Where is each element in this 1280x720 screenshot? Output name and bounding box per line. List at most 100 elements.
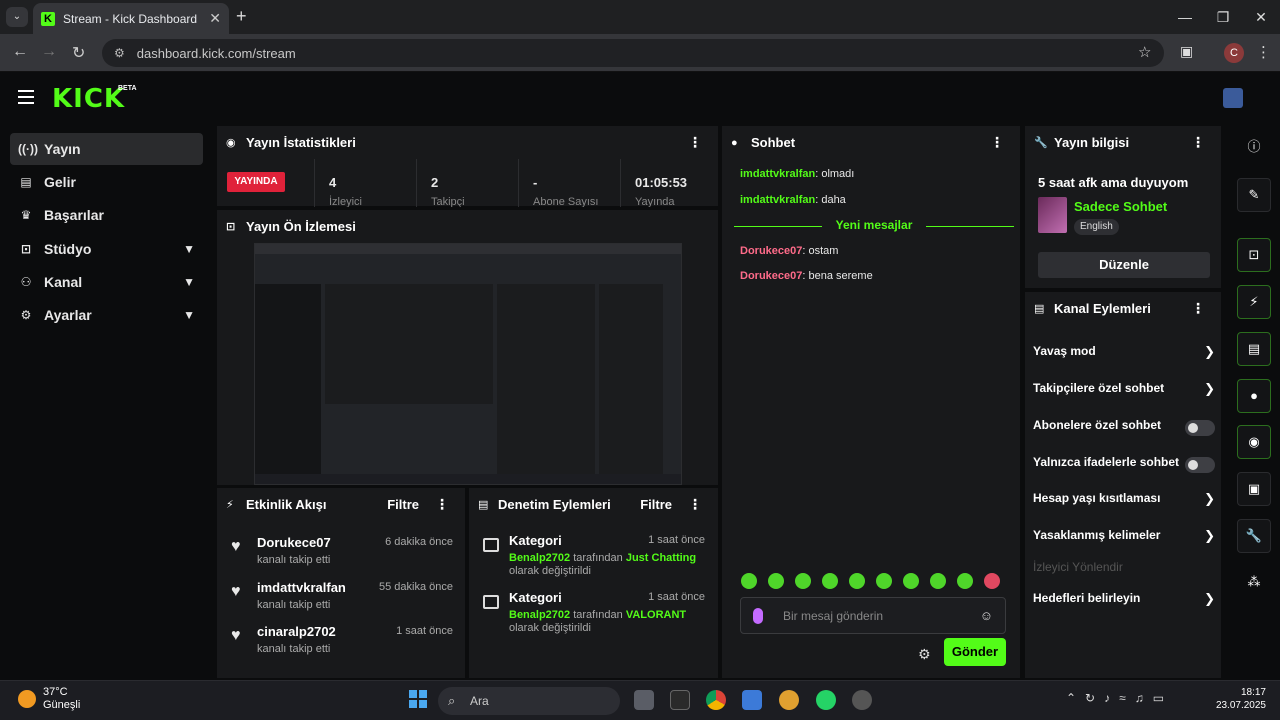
chrome-profile-icon[interactable] <box>779 690 799 710</box>
subscribers-only-toggle[interactable] <box>1185 420 1215 436</box>
emotes-only-toggle[interactable] <box>1185 457 1215 473</box>
edit-pencil-icon[interactable]: ✎ <box>1237 178 1271 212</box>
broadcast-rail-icon[interactable]: ◉ <box>1237 425 1271 459</box>
chat-settings-gear-icon[interactable]: ⚙ <box>918 646 931 663</box>
extensions-icon[interactable]: ▣ <box>1180 43 1193 60</box>
emote-icon[interactable] <box>741 573 757 589</box>
event-username[interactable]: Dorukece07 <box>257 535 331 550</box>
send-button[interactable]: Gönder <box>944 638 1006 666</box>
chat-message: imdattvkralfan: olmadı <box>740 168 855 180</box>
browser-tab[interactable]: K Stream - Kick Dashboard ✕ <box>33 3 229 34</box>
taskbar-search[interactable]: ⌕ Ara <box>438 687 620 715</box>
chat-rail-icon[interactable]: ● <box>1237 379 1271 413</box>
action-subscribers-only: Abonelere özel sohbet <box>1033 418 1215 438</box>
category-icon <box>483 595 499 609</box>
more-options-icon[interactable]: ⋮ <box>688 134 702 151</box>
chat-input[interactable]: Bir mesaj gönderin ☺ <box>740 597 1006 634</box>
moderation-panel: ▤ Denetim Eylemleri Filtre ⋮ Kategori 1 … <box>469 488 718 678</box>
event-username[interactable]: imdattvkralfan <box>257 580 346 595</box>
stat-value: 01:05:53 <box>635 175 688 190</box>
category-link[interactable]: Sadece Sohbet <box>1074 199 1167 214</box>
whatsapp-icon[interactable] <box>816 690 836 710</box>
preview-rail-icon[interactable]: ⊡ <box>1237 238 1271 272</box>
forward-icon[interactable]: → <box>41 43 57 61</box>
sidebar-item-label: Gelir <box>44 174 76 190</box>
close-window-icon[interactable]: ✕ <box>1242 0 1280 34</box>
stream-preview-video[interactable] <box>254 243 682 485</box>
chat-message: Dorukece07: ostam <box>740 245 839 257</box>
close-tab-icon[interactable]: ✕ <box>209 10 221 27</box>
minimize-icon[interactable]: — <box>1166 0 1204 34</box>
task-view-icon[interactable] <box>634 690 654 710</box>
emote-icon[interactable] <box>768 573 784 589</box>
emote-icon[interactable] <box>903 573 919 589</box>
moderation-title: Kategori <box>509 590 562 605</box>
chat-header: ● Sohbet ⋮ <box>722 126 1020 159</box>
action-account-age[interactable]: Hesap yaşı kısıtlaması ❯ <box>1033 491 1215 511</box>
epic-games-icon[interactable] <box>670 690 690 710</box>
filter-button[interactable]: Filtre <box>640 497 672 512</box>
sidebar-item-gelir[interactable]: ▤ Gelir <box>10 166 203 198</box>
layout-icon[interactable]: ⁂ <box>1237 566 1271 600</box>
emote-icon[interactable] <box>957 573 973 589</box>
studio-rail-icon[interactable]: ▣ <box>1237 472 1271 506</box>
more-options-icon[interactable]: ⋮ <box>435 496 449 513</box>
lightning-rail-icon[interactable]: ⚡ <box>1237 285 1271 319</box>
url-input[interactable]: ⚙ dashboard.kick.com/stream <box>102 39 1164 67</box>
event-time: 55 dakika önce <box>379 581 453 593</box>
weather-sun-icon[interactable] <box>18 690 36 708</box>
info-icon[interactable]: ⓘ <box>1237 131 1271 165</box>
kick-logo[interactable]: KICK <box>52 84 125 114</box>
emote-icon[interactable] <box>849 573 865 589</box>
back-icon[interactable]: ← <box>12 43 28 61</box>
stat-value: 4 <box>329 175 337 190</box>
category-icon <box>483 538 499 552</box>
action-followers-only[interactable]: Takipçilere özel sohbet ❯ <box>1033 381 1215 401</box>
user-avatar[interactable] <box>1223 88 1243 108</box>
microphone-icon[interactable] <box>753 608 763 624</box>
site-info-icon[interactable]: ⚙ <box>114 46 125 60</box>
emote-icon[interactable] <box>876 573 892 589</box>
document-rail-icon[interactable]: ▤ <box>1237 332 1271 366</box>
kick-favicon-icon: K <box>41 11 55 26</box>
windows-start-icon[interactable] <box>409 690 427 708</box>
action-set-goals[interactable]: Hedefleri belirleyin ❯ <box>1033 591 1215 611</box>
store-icon[interactable] <box>742 690 762 710</box>
more-options-icon[interactable]: ⋮ <box>1191 134 1205 151</box>
event-username[interactable]: cinaralp2702 <box>257 624 336 639</box>
sidebar-item-ayarlar[interactable]: ⚙ Ayarlar ▼ <box>10 299 203 331</box>
maximize-icon[interactable]: ❐ <box>1204 0 1242 34</box>
sidebar-item-yayin[interactable]: ((·)) Yayın <box>10 133 203 165</box>
profile-avatar[interactable]: C <box>1224 43 1244 63</box>
system-tray[interactable]: ⌃↻♪≈♫▭ <box>1066 691 1173 705</box>
emote-icon[interactable] <box>795 573 811 589</box>
bookmark-star-icon[interactable]: ☆ <box>1138 43 1151 61</box>
more-options-icon[interactable]: ⋮ <box>688 496 702 513</box>
wrench-rail-icon[interactable]: 🔧 <box>1237 519 1271 553</box>
more-options-icon[interactable]: ⋮ <box>990 134 1004 151</box>
browser-menu-icon[interactable]: ⋮ <box>1256 43 1271 61</box>
sidebar-item-kanal[interactable]: ⚇ Kanal ▼ <box>10 266 203 298</box>
reload-icon[interactable]: ↻ <box>72 43 85 63</box>
app-icon[interactable] <box>852 690 872 710</box>
taskbar-clock[interactable]: 18:17 23.07.2025 <box>1214 686 1266 712</box>
hamburger-menu-icon[interactable] <box>18 90 34 104</box>
chat-bubble-icon: ● <box>731 136 738 149</box>
chevron-down-icon: ▼ <box>183 275 195 289</box>
filter-button[interactable]: Filtre <box>387 497 419 512</box>
sidebar-item-basarilar[interactable]: ♛ Başarılar <box>10 199 203 231</box>
chrome-icon[interactable] <box>706 690 726 710</box>
sidebar-item-studyo[interactable]: ⊡ Stüdyo ▼ <box>10 233 203 265</box>
emoji-icon[interactable]: ☺ <box>980 608 993 623</box>
weather-widget[interactable]: 37°C Güneşli <box>43 686 80 712</box>
emote-icon[interactable] <box>930 573 946 589</box>
emote-icon[interactable] <box>984 573 1000 589</box>
tab-search-button[interactable]: ⌄ <box>6 7 28 27</box>
action-banned-words[interactable]: Yasaklanmış kelimeler ❯ <box>1033 528 1215 548</box>
new-tab-button[interactable]: + <box>236 6 247 27</box>
event-action: kanalı takip etti <box>257 599 331 611</box>
emote-icon[interactable] <box>822 573 838 589</box>
action-slow-mode[interactable]: Yavaş mod ❯ <box>1033 344 1215 364</box>
more-options-icon[interactable]: ⋮ <box>1191 300 1205 317</box>
edit-button[interactable]: Düzenle <box>1038 252 1210 278</box>
